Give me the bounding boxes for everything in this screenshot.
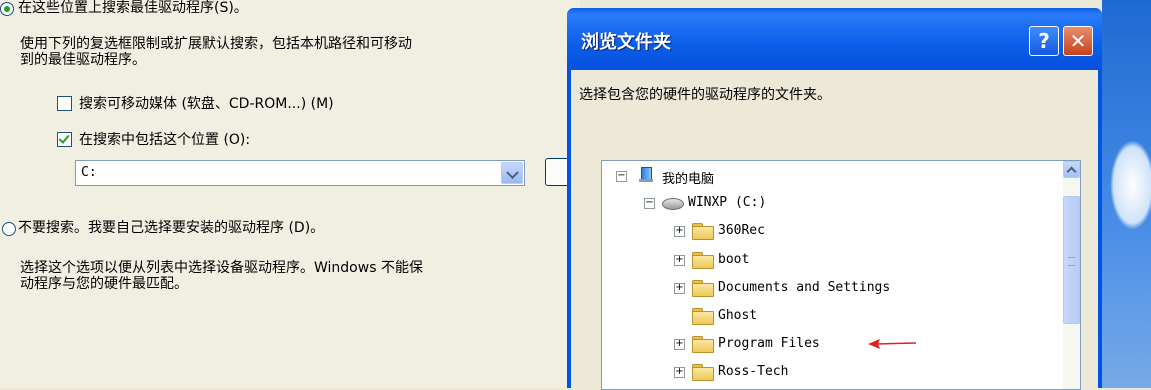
folder-icon: [692, 252, 714, 269]
folder-icon: [692, 336, 714, 353]
include-location-label: 在搜索中包括这个位置 (O):: [79, 132, 251, 148]
tree-scrollbar[interactable]: [1063, 161, 1080, 389]
search-description-line2: 到的最佳驱动程序。: [20, 52, 146, 68]
expand-icon[interactable]: +: [674, 339, 685, 350]
dropdown-arrow-icon[interactable]: [501, 162, 523, 184]
browse-folder-dialog: 浏览文件夹 ? ✕ 选择包含您的硬件的驱动程序的文件夹。 − 我的电脑 − WI…: [567, 8, 1102, 390]
search-locations-radio[interactable]: [0, 2, 14, 16]
folder-icon: [692, 364, 714, 381]
tree-item-label: Ross-Tech: [718, 364, 789, 379]
scroll-thumb[interactable]: [1063, 196, 1080, 324]
dialog-body: 选择包含您的硬件的驱动程序的文件夹。 − 我的电脑 − WINXP (C:) +…: [571, 70, 1098, 390]
tree-item-label: 我的电脑: [662, 172, 715, 187]
tree-item-label: Program Files: [718, 336, 820, 351]
tree-item-label: 360Rec: [718, 223, 765, 238]
dont-search-description-line2: 动程序与您的硬件最匹配。: [20, 276, 188, 292]
collapse-icon[interactable]: −: [616, 171, 627, 182]
folder-icon: [692, 280, 714, 297]
computer-icon: [638, 167, 656, 183]
driver-wizard-page: 在这些位置上搜索最佳驱动程序(S)。 使用下列的复选框限制或扩展默认搜索，包括本…: [0, 0, 585, 388]
dont-search-description-line1: 选择这个选项以便从列表中选择设备驱动程序。Windows 不能保: [20, 260, 423, 276]
annotation-arrow-icon: [868, 339, 917, 349]
removable-media-checkbox[interactable]: [57, 96, 72, 111]
tree-item-label: Ghost: [718, 308, 758, 323]
tree-item-label: Documents and Settings: [718, 280, 891, 295]
folder-tree[interactable]: − 我的电脑 − WINXP (C:) + 360Rec + boot + Do…: [601, 160, 1081, 390]
close-button[interactable]: ✕: [1063, 26, 1093, 56]
tree-item-label: boot: [718, 252, 750, 267]
folder-icon: [692, 223, 714, 240]
expand-icon[interactable]: +: [674, 367, 685, 378]
scroll-up-arrow-icon[interactable]: [1063, 161, 1080, 178]
dialog-title: 浏览文件夹: [581, 32, 671, 53]
grip-icon: [1068, 257, 1075, 266]
drive-icon: [662, 198, 684, 210]
cloud-decoration: [1110, 140, 1151, 230]
location-value: C:: [81, 165, 97, 180]
dont-search-radio[interactable]: [2, 222, 16, 236]
dialog-titlebar[interactable]: 浏览文件夹 ? ✕: [567, 8, 1102, 70]
collapse-icon[interactable]: −: [644, 198, 655, 209]
location-combobox[interactable]: C:: [75, 160, 525, 186]
expand-icon[interactable]: +: [674, 283, 685, 294]
tree-item-label: WINXP (C:): [688, 195, 767, 210]
help-button[interactable]: ?: [1029, 26, 1059, 56]
dont-search-label: 不要搜索。我要自己选择要安装的驱动程序 (D)。: [18, 220, 325, 236]
expand-icon[interactable]: +: [674, 255, 685, 266]
search-description-line1: 使用下列的复选框限制或扩展默认搜索，包括本机路径和可移动: [20, 36, 412, 52]
dialog-description: 选择包含您的硬件的驱动程序的文件夹。: [579, 87, 831, 103]
folder-icon: [692, 308, 714, 325]
search-locations-label: 在这些位置上搜索最佳驱动程序(S)。: [18, 0, 248, 16]
include-location-checkbox[interactable]: [57, 132, 72, 147]
expand-icon[interactable]: +: [674, 226, 685, 237]
removable-media-label: 搜索可移动媒体 (软盘、CD-ROM...) (M): [79, 96, 334, 112]
